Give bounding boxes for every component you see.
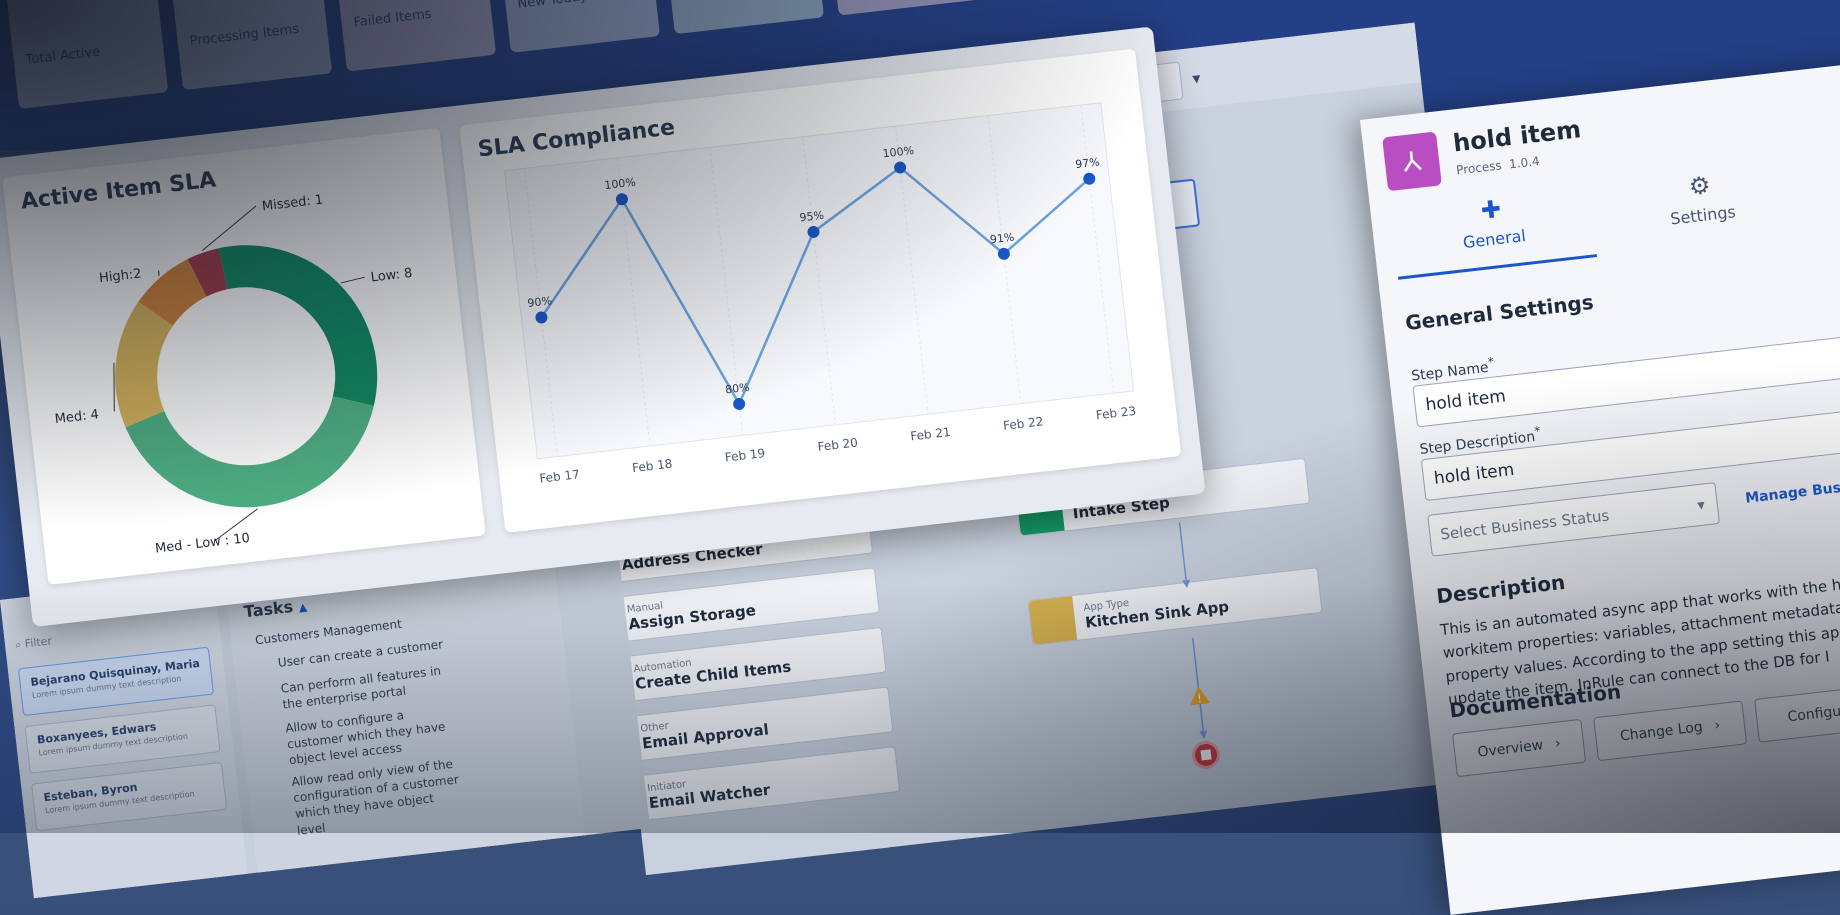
donut-slice[interactable] <box>218 245 378 415</box>
doc-label: Configurati <box>1786 700 1840 726</box>
doc-button[interactable]: Overview › <box>1452 718 1587 778</box>
chevron-down-icon: ▾ <box>1696 495 1706 515</box>
doc-label: Overview <box>1476 737 1545 761</box>
process-icon <box>1382 131 1442 192</box>
x-tick-label: Feb 19 <box>724 446 766 464</box>
x-tick-label: Feb 20 <box>817 435 859 453</box>
x-tick-label: Feb 21 <box>910 425 952 443</box>
step-color-bar <box>1028 596 1078 645</box>
props-title: hold item <box>1451 115 1583 158</box>
donut-label: High:2 <box>98 267 142 287</box>
stat-card[interactable]: 123(12-)Failed Items <box>332 0 497 72</box>
filter-input[interactable]: ⌕ Filter <box>14 634 52 652</box>
data-label: 91% <box>989 231 1015 247</box>
data-label: 95% <box>799 209 825 225</box>
chevron-down-icon[interactable]: ▾ <box>1182 58 1210 96</box>
donut-slice[interactable] <box>187 248 229 297</box>
donut-slice[interactable] <box>138 259 208 327</box>
chevron-right-icon: › <box>1713 717 1722 734</box>
x-tick-label: Feb 17 <box>539 467 581 485</box>
person-item[interactable]: Esteban, Byron Lorem ipsum dummy text des… <box>30 761 228 832</box>
x-tick-label: Feb 23 <box>1095 404 1137 422</box>
donut-label: Med - Low : 10 <box>154 531 250 557</box>
description-title: Description <box>1435 569 1567 609</box>
section-title: General Settings <box>1403 289 1595 336</box>
data-label: 97% <box>1075 155 1101 171</box>
data-label: 80% <box>725 381 751 397</box>
stat-card[interactable]: Voided Today <box>824 0 988 16</box>
donut-leader-line <box>201 205 257 252</box>
stat-label: Failed Items <box>352 6 433 31</box>
donut-label: Low: 8 <box>370 266 413 286</box>
flow-connector <box>1178 522 1208 740</box>
manage-business-status-link[interactable]: Manage Busines <box>1744 476 1840 506</box>
stat-label: New Today <box>516 0 589 12</box>
tab-settings[interactable]: ⚙ Settings <box>1599 161 1806 253</box>
x-tick-label: Feb 18 <box>631 457 673 475</box>
person-item[interactable]: Boxanyees, Edwars Lorem ipsum dummy text … <box>24 704 221 774</box>
tab-general[interactable]: ✚ General <box>1390 184 1598 280</box>
stat-card[interactable]: Processing Items <box>168 0 333 91</box>
donut-label: Missed: 1 <box>261 192 324 214</box>
stat-label: Total Active <box>24 44 101 68</box>
x-tick-label: Feb 22 <box>1002 414 1044 432</box>
sla-donut-panel: Active Item SLA Missed: 1 Low: 8 Med - Low… <box>2 127 486 585</box>
donut-leader-line <box>340 276 365 284</box>
props-subtitle: Process 1.0.4 <box>1455 153 1541 178</box>
doc-label: Change Log <box>1619 719 1704 745</box>
chevron-right-icon: › <box>1554 735 1562 752</box>
doc-button[interactable]: Change Log › <box>1593 700 1748 762</box>
person-item[interactable]: Bejarano Quisquinay, Maria Lorem ipsum du… <box>17 646 215 717</box>
warning-icon[interactable]: ! <box>1188 685 1211 707</box>
sla-compliance-panel: SLA Compliance Feb 17 Feb 18 Feb 19 Feb 20 F… <box>459 48 1182 533</box>
stat-card[interactable]: Total Active <box>4 0 169 109</box>
stat-label: Processing Items <box>188 21 300 50</box>
sla-compliance-chart: Feb 17 Feb 18 Feb 19 Feb 20 Feb 21 Feb 22 Feb … <box>504 102 1137 486</box>
doc-button[interactable]: Configurati <box>1754 683 1840 743</box>
stat-card[interactable]: 123ItemsNew Today <box>496 0 661 53</box>
donut-label: Med: 4 <box>54 407 100 427</box>
sla-donut-chart: Missed: 1 Low: 8 Med - Low : 10 Med: 4 High:… <box>54 192 413 557</box>
donut-slice[interactable] <box>125 395 374 508</box>
donut-leader-line <box>158 270 160 276</box>
stat-card[interactable]: ItemsCompleted Today <box>660 0 825 35</box>
task-item[interactable]: Allow read only view of the configuratio… <box>291 755 467 839</box>
data-label: 90% <box>527 294 553 310</box>
chevron-up-icon[interactable]: ▲ <box>298 600 308 614</box>
donut-slice[interactable] <box>115 301 174 428</box>
